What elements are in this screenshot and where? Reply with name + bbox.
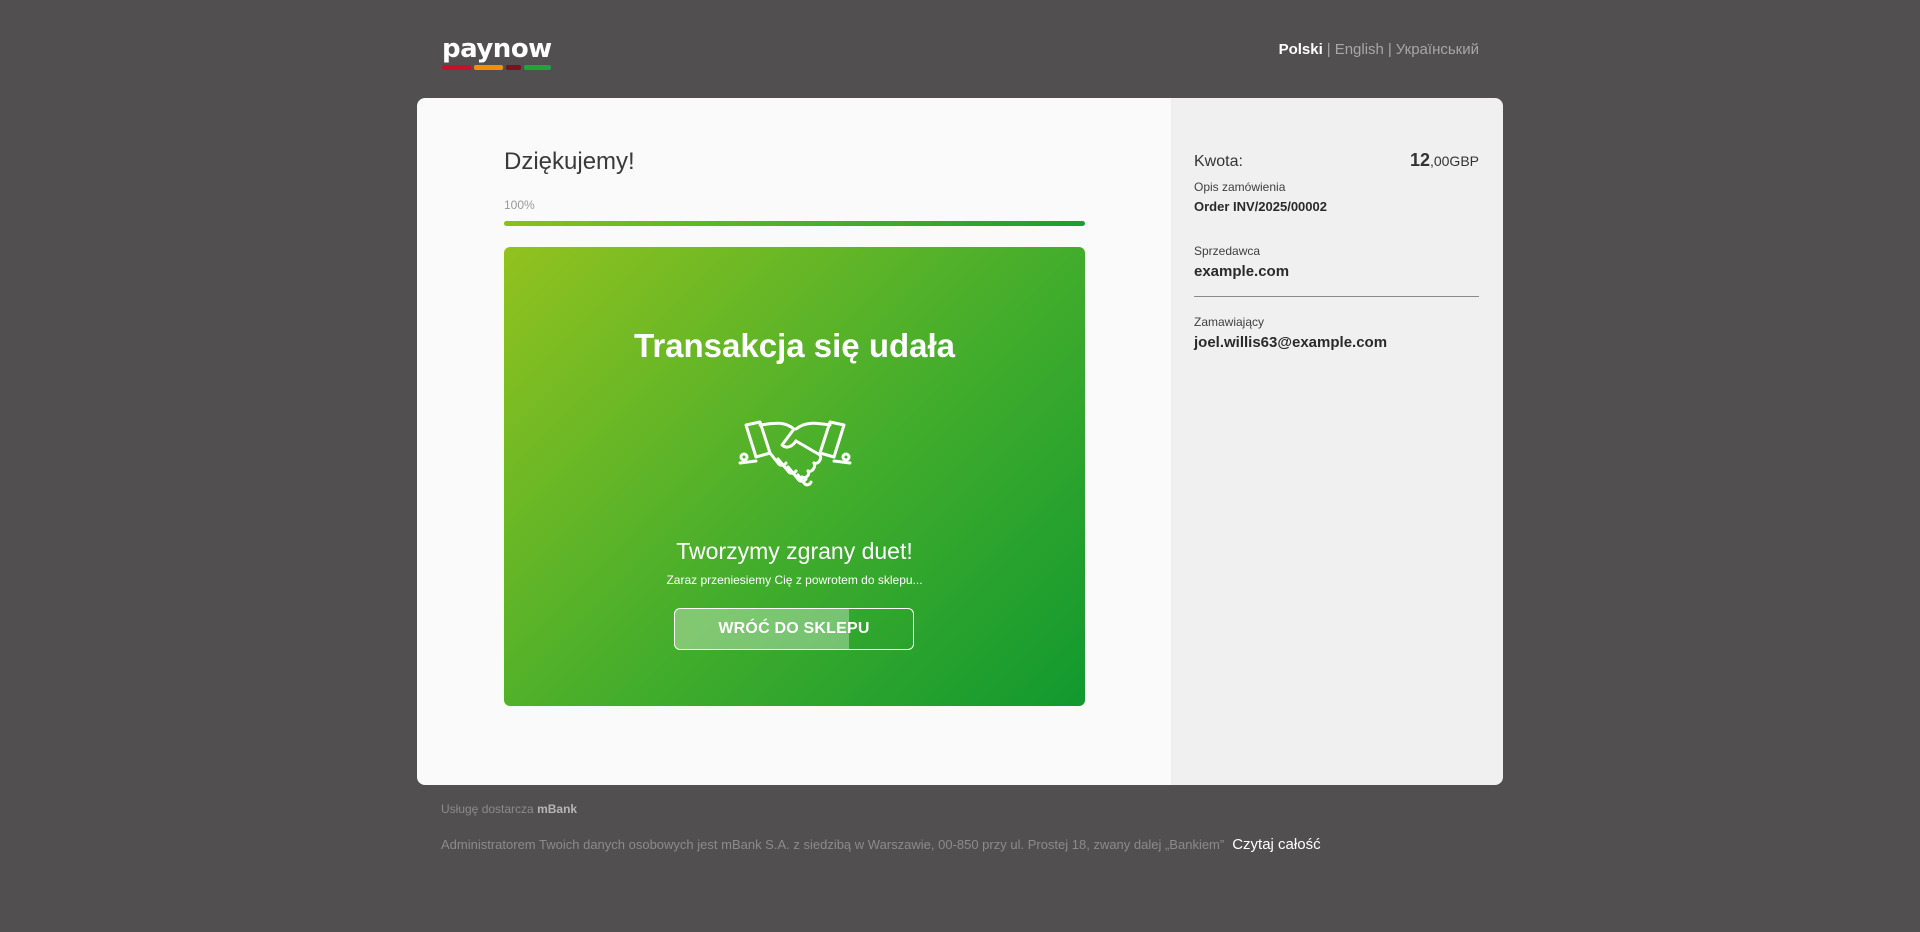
logo-bar-red [442,65,471,70]
summary-divider [1194,296,1479,297]
seller-value: example.com [1194,263,1290,280]
lang-ukrainian[interactable]: Український [1396,41,1479,58]
amount-decimal-currency: ,00GBP [1429,153,1479,169]
data-admin-text: Administratorem Twoich danych osobowych … [441,837,1225,852]
read-more-link[interactable]: Czytaj całość [1232,836,1320,853]
logo-text: paynow [442,34,552,64]
payment-card: Dziękujemy! 100% Transakcja się udała Tw… [417,98,1503,785]
data-admin-notice: Administratorem Twoich danych osobowych … [441,836,1321,853]
success-panel: Transakcja się udała Tworzymy zgrany due… [504,247,1085,706]
progress-bar [504,221,1085,226]
page-title: Dziękujemy! [504,148,635,175]
logo-bar-darkred [506,65,521,70]
lang-english[interactable]: English [1335,41,1384,58]
amount-integer: 12 [1409,150,1430,170]
back-to-shop-label: WRÓĆ DO SKLEPU [718,620,870,637]
order-description-label: Opis zamówienia [1194,180,1286,194]
seller-label: Sprzedawca [1194,244,1261,258]
orderer-value: joel.willis63@example.com [1194,334,1388,351]
provider-text: Usługę dostarcza [441,802,534,816]
amount-row: Kwota: 12,00GBP [1194,150,1479,171]
paynow-logo[interactable]: paynow [442,36,556,70]
lang-polski[interactable]: Polski [1279,41,1323,58]
back-to-shop-button[interactable]: WRÓĆ DO SKLEPU [674,608,914,650]
logo-color-bar [442,65,556,70]
amount-label: Kwota: [1194,153,1243,170]
progress-bar-fill [504,221,1085,226]
logo-bar-orange [474,65,503,70]
order-description-value: Order INV/2025/00002 [1194,199,1327,214]
logo-bar-green [524,65,551,70]
provider-note: Usługę dostarcza mBank [441,802,577,816]
orderer-label: Zamawiający [1194,315,1265,329]
redirect-message: Zaraz przeniesiemy Cię z powrotem do skl… [666,573,923,587]
mbank-logo: mBank [537,802,578,816]
progress-label: 100% [504,198,535,212]
success-subtitle: Tworzymy zgrany duet! [676,538,913,564]
lang-separator: | [1387,41,1392,58]
handshake-icon [738,420,852,487]
order-summary-panel: Kwota: 12,00GBP Opis zamówienia Order IN… [1171,98,1503,785]
amount-value: 12,00GBP [1410,150,1479,171]
payment-status-panel: Dziękujemy! 100% Transakcja się udała Tw… [417,98,1171,785]
success-title: Transakcja się udała [633,327,956,364]
language-switcher: Polski | English | Український [1279,41,1479,58]
lang-separator: | [1326,41,1331,58]
payment-confirmation-page: paynow Polski | English | Український Dzięku… [0,0,1920,932]
